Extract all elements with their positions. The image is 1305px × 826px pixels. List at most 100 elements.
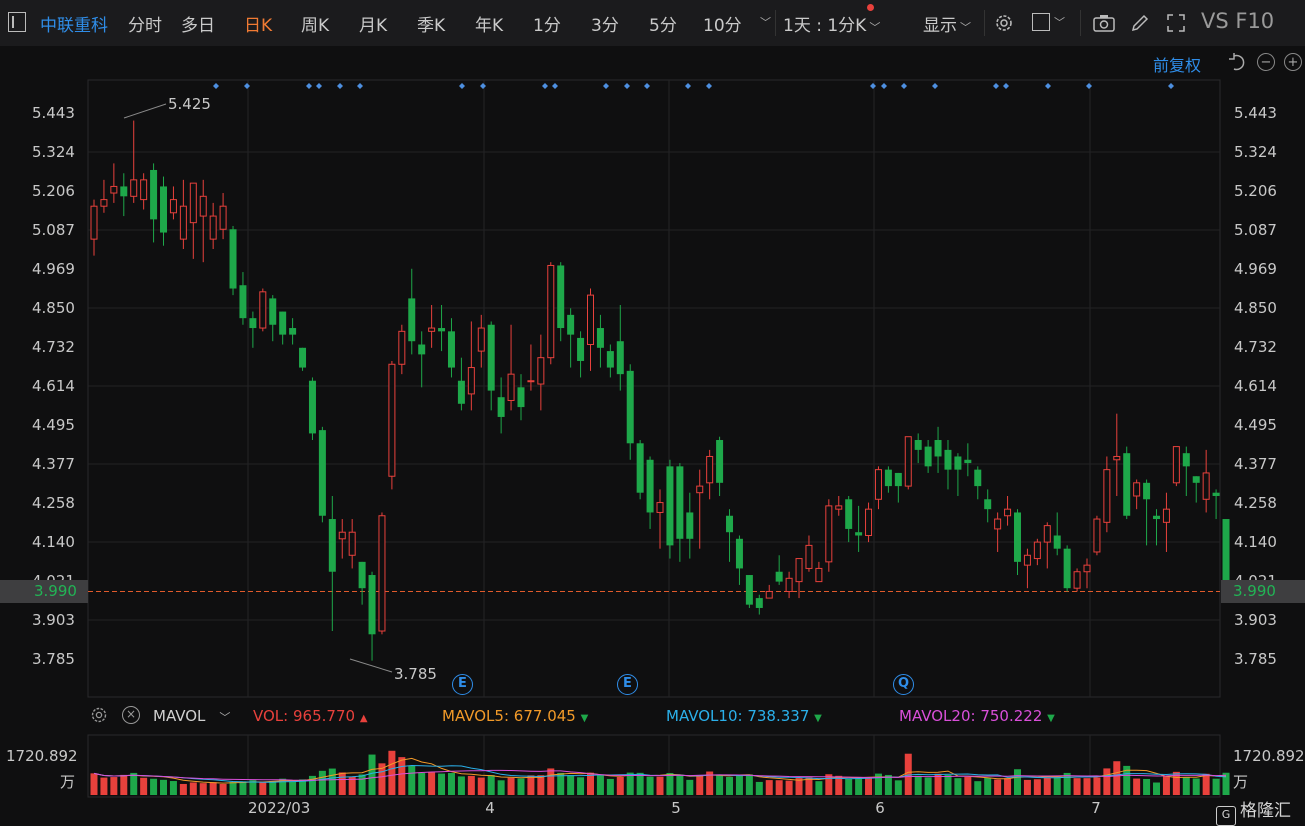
price-tick-left: 4.969: [32, 260, 75, 278]
volume-bar: [1053, 777, 1061, 795]
price-tick-left: 5.087: [32, 221, 75, 239]
volume-bar: [676, 774, 684, 795]
candle-body-down: [716, 440, 724, 483]
candle-body-up: [795, 558, 803, 583]
candle-body-up: [765, 590, 773, 599]
candle-body-up: [706, 455, 714, 484]
candle-body-up: [398, 330, 406, 365]
volume-bar: [1113, 761, 1121, 795]
close-indicator-icon[interactable]: ×: [122, 706, 140, 724]
volume-bar: [914, 775, 922, 795]
candle-body-up: [1162, 508, 1170, 523]
price-panel-border: [87, 79, 1221, 698]
candle-body-down: [279, 311, 287, 335]
volume-bar: [1033, 779, 1041, 795]
candle-body-down: [646, 459, 654, 513]
price-tick-left: 3.903: [32, 611, 75, 629]
volume-bar: [1063, 772, 1071, 795]
volume-bar: [815, 781, 823, 795]
candle-body-down: [686, 512, 694, 539]
candle-body-up: [219, 205, 227, 230]
current-price-tag-left-value: 3.990: [34, 582, 77, 600]
high-price-label: 5.425: [168, 95, 211, 113]
event-diamond-icon: [603, 83, 609, 89]
volume-bar: [388, 750, 396, 795]
price-tick-right: 4.969: [1234, 260, 1277, 278]
volume-settings-gear-icon[interactable]: [90, 706, 108, 724]
price-tick-left: 5.443: [32, 104, 75, 122]
candle-body-down: [984, 499, 992, 510]
candle-body-up: [994, 518, 1002, 530]
price-tick-left: 4.732: [32, 338, 75, 356]
mavol10-readout: MAVOL10: 738.337 ▼: [666, 707, 822, 725]
volume-bar: [1013, 769, 1021, 795]
candle-body-down: [1053, 535, 1061, 549]
candle-body-down: [676, 466, 684, 539]
volume-bar: [418, 772, 426, 795]
volume-bar: [100, 777, 108, 795]
candle-body-down: [636, 443, 644, 493]
candle-body-down: [269, 298, 277, 325]
candle-body-up: [1073, 571, 1081, 589]
candle-body-up: [805, 544, 813, 569]
event-diamond-icon: [993, 83, 999, 89]
price-tick-right: 5.087: [1234, 221, 1277, 239]
candle-body-down: [1013, 512, 1021, 562]
event-marker-e-1[interactable]: E: [452, 674, 473, 695]
price-tick-right: 4.140: [1234, 533, 1277, 551]
volume-bar: [338, 772, 346, 795]
price-tick-right: 5.206: [1234, 182, 1277, 200]
volume-axis-unit-left: 万: [60, 773, 76, 791]
volume-bar: [577, 777, 585, 795]
candle-body-down: [447, 331, 455, 368]
volume-axis-max-right: 1720.892: [1233, 747, 1305, 765]
candle-body-down: [726, 515, 734, 533]
volume-bar: [160, 779, 168, 795]
candle-body-down: [358, 561, 366, 589]
candle-body-up: [1093, 518, 1101, 553]
event-diamond-icon: [337, 83, 343, 89]
candle-body-up: [388, 363, 396, 477]
candle-body-down: [120, 186, 128, 197]
price-tick-left: 4.377: [32, 455, 75, 473]
price-tick-right: 3.785: [1234, 650, 1277, 668]
candle-body-down: [438, 328, 446, 332]
event-marker-e-2[interactable]: E: [617, 674, 638, 695]
candle-body-down: [934, 440, 942, 457]
candle-body-down: [567, 314, 575, 335]
volume-bar: [537, 775, 545, 795]
volume-bar: [209, 782, 217, 795]
candle-body-down: [368, 575, 376, 635]
volume-bar: [517, 778, 525, 795]
volume-bar: [1162, 775, 1170, 795]
volume-bar: [587, 772, 594, 795]
indicator-selector[interactable]: MAVOL ﹀: [153, 707, 230, 725]
volume-bar: [497, 780, 505, 795]
candle-body-down: [964, 459, 972, 464]
x-axis-label: 5: [671, 799, 681, 817]
volume-bar: [547, 768, 555, 795]
candle-body-down: [577, 337, 585, 361]
candle-body-up: [209, 215, 217, 240]
candle-body-up: [874, 469, 882, 500]
volume-bar: [984, 777, 992, 795]
volume-axis-max-left: 1720.892: [6, 747, 78, 765]
price-tick-left: 4.258: [32, 494, 75, 512]
volume-bar: [646, 776, 654, 795]
candle-body-down: [924, 446, 932, 467]
price-tick-right: 4.495: [1234, 416, 1277, 434]
volume-bar: [527, 775, 535, 795]
volume-bar: [954, 778, 962, 795]
candle-body-up: [378, 515, 386, 632]
candle-body-up: [656, 502, 664, 513]
volume-bar: [368, 754, 376, 795]
event-marker-q[interactable]: Q: [893, 674, 914, 695]
volume-bar: [1083, 778, 1091, 795]
volume-bar: [785, 780, 793, 795]
event-markers-layer: [213, 83, 1174, 89]
price-tick-right: 4.258: [1234, 494, 1277, 512]
volume-bar: [1133, 778, 1141, 795]
event-diamond-icon: [552, 83, 558, 89]
volume-bar: [447, 773, 455, 795]
volume-bar: [1192, 778, 1200, 795]
